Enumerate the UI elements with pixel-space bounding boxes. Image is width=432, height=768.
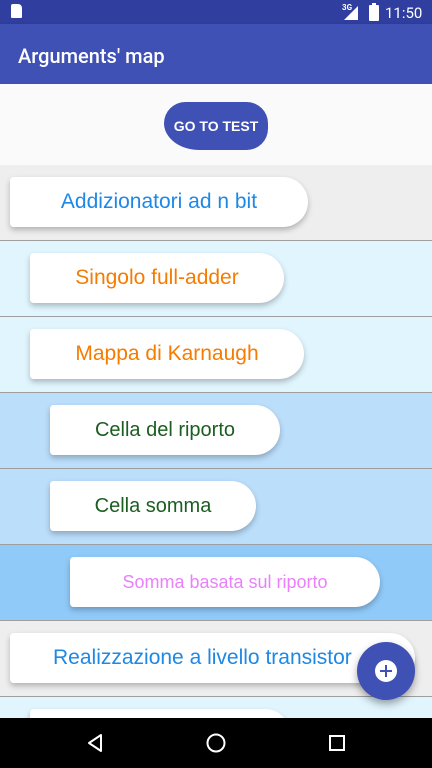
topic-label: Somma basata sul riporto xyxy=(122,571,328,592)
topic-label: Cella somma xyxy=(94,494,212,517)
recents-icon xyxy=(329,735,345,751)
add-fab-button[interactable] xyxy=(357,642,415,700)
list-row: Somma basata sul riporto xyxy=(0,545,432,621)
topic-item[interactable]: Singolo full-adder xyxy=(30,253,284,303)
topic-label: Cella del riporto xyxy=(94,418,236,441)
arguments-list[interactable]: Addizionatori ad n bit Singolo full-adde… xyxy=(0,165,432,718)
topic-item[interactable]: Addizionatori ad n bit xyxy=(10,177,308,227)
page-title: Arguments' map xyxy=(18,44,165,68)
topic-item[interactable]: Somma basata sul riporto xyxy=(70,557,380,607)
list-row: Addizionatori ad n bit xyxy=(0,165,432,241)
list-row: Cella del riporto xyxy=(0,393,432,469)
back-icon xyxy=(88,734,102,752)
list-row: Singolo full-adder xyxy=(0,241,432,317)
topic-label: Mappa di Karnaugh xyxy=(75,342,259,365)
topic-label: Addizionatori ad n bit xyxy=(60,190,258,213)
status-time: 11:50 xyxy=(385,4,423,22)
home-button[interactable] xyxy=(191,718,241,768)
navigation-bar xyxy=(0,718,432,768)
go-to-test-button[interactable]: GO TO TEST xyxy=(164,102,268,150)
battery-icon xyxy=(369,3,379,21)
signal-icon xyxy=(344,6,358,20)
back-button[interactable] xyxy=(70,718,120,768)
topic-label: Realizzazione a livello transistor xyxy=(53,646,352,669)
list-row xyxy=(0,697,432,718)
topic-item[interactable] xyxy=(30,709,290,718)
topic-item[interactable]: Mappa di Karnaugh xyxy=(30,329,304,379)
topic-item[interactable]: Cella del riporto xyxy=(50,405,280,455)
add-circle-icon xyxy=(375,660,397,682)
sd-card-icon xyxy=(11,4,22,18)
topic-label: Singolo full-adder xyxy=(75,266,239,289)
app-bar: Arguments' map xyxy=(0,24,432,84)
home-icon xyxy=(206,733,226,753)
topic-item[interactable]: Realizzazione a livello transistor xyxy=(10,633,415,683)
recents-button[interactable] xyxy=(312,718,362,768)
list-row: Mappa di Karnaugh xyxy=(0,317,432,393)
top-area: GO TO TEST xyxy=(0,84,432,165)
status-bar: 3G 11:50 xyxy=(0,0,432,24)
list-row: Cella somma xyxy=(0,469,432,545)
topic-item[interactable]: Cella somma xyxy=(50,481,256,531)
